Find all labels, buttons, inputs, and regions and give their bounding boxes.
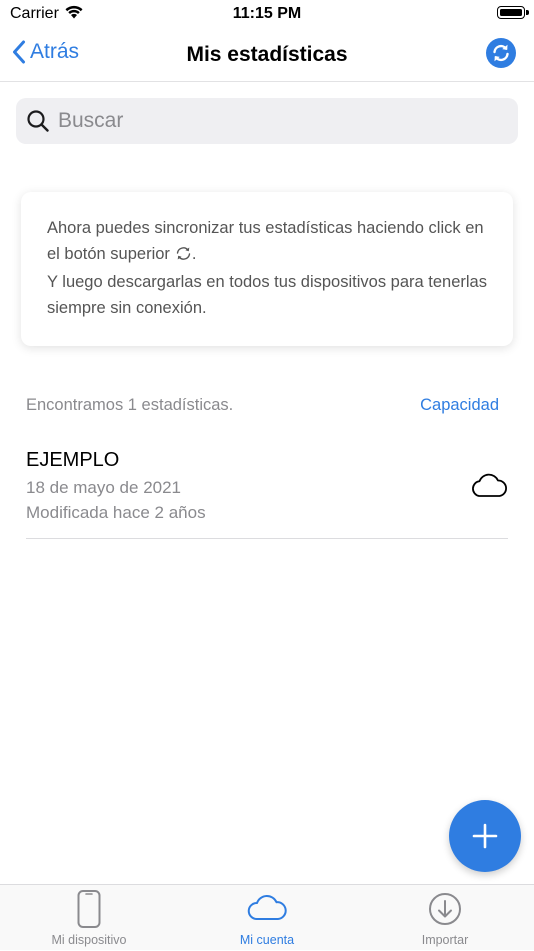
status-bar: Carrier 11:15 PM bbox=[0, 0, 534, 30]
tab-mi-dispositivo[interactable]: Mi dispositivo bbox=[0, 885, 178, 951]
tab-label: Mi dispositivo bbox=[51, 933, 127, 947]
add-button[interactable] bbox=[449, 800, 521, 872]
info-line-1: Ahora puedes sincronizar tus estadística… bbox=[47, 219, 484, 263]
list-item[interactable]: EJEMPLO 18 de mayo de 2021 Modificada ha… bbox=[26, 446, 508, 539]
sync-icon bbox=[493, 44, 509, 62]
sync-button[interactable] bbox=[486, 38, 516, 68]
tab-bar: Mi dispositivo Mi cuenta Importar bbox=[0, 884, 534, 950]
battery-icon bbox=[497, 6, 529, 19]
cloud-icon[interactable] bbox=[470, 472, 508, 505]
capacity-link[interactable]: Capacidad bbox=[420, 396, 499, 415]
page-title: Mis estadísticas bbox=[186, 43, 348, 66]
item-modified: Modificada hace 2 años bbox=[26, 503, 206, 522]
sync-icon bbox=[175, 243, 192, 269]
tab-label: Mi cuenta bbox=[239, 933, 295, 947]
results-count: Encontramos 1 estadísticas. bbox=[26, 396, 234, 414]
search-input[interactable] bbox=[56, 108, 480, 134]
phone-icon bbox=[0, 889, 178, 929]
item-title: EJEMPLO bbox=[26, 449, 120, 471]
info-card: Ahora puedes sincronizar tus estadística… bbox=[21, 192, 513, 346]
tab-mi-cuenta[interactable]: Mi cuenta bbox=[178, 885, 356, 951]
info-line-1-end: . bbox=[191, 245, 197, 263]
info-text-1: Ahora puedes sincronizar tus estadística… bbox=[47, 215, 487, 269]
status-time: 11:15 PM bbox=[232, 5, 302, 22]
info-text-2: Y luego descargarlas en todos tus dispos… bbox=[47, 273, 487, 317]
item-date: 18 de mayo de 2021 bbox=[26, 478, 182, 497]
download-icon bbox=[356, 892, 534, 926]
navigation-bar: Atrás Mis estadísticas bbox=[0, 30, 534, 82]
search-bar[interactable] bbox=[16, 98, 518, 144]
search-icon bbox=[27, 110, 49, 132]
cloud-icon bbox=[178, 893, 356, 923]
plus-icon bbox=[472, 823, 498, 849]
tab-importar[interactable]: Importar bbox=[356, 885, 534, 951]
tab-label: Importar bbox=[421, 933, 469, 947]
